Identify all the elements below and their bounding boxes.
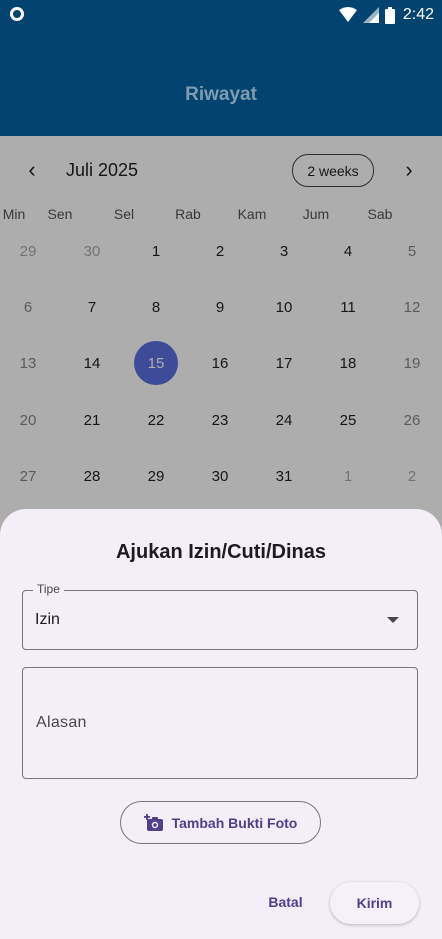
add-photo-button[interactable]: Tambah Bukti Foto bbox=[120, 801, 321, 844]
status-time: 2:42 bbox=[402, 6, 434, 23]
add-photo-icon bbox=[143, 813, 163, 831]
battery-icon bbox=[384, 6, 395, 24]
status-bar: 2:42 bbox=[0, 0, 442, 30]
app-bar: Riwayat bbox=[0, 30, 442, 136]
status-icons: 2:42 bbox=[338, 5, 434, 25]
cancel-button[interactable]: Batal bbox=[258, 882, 313, 922]
signal-icon bbox=[362, 7, 379, 23]
submit-button[interactable]: Kirim bbox=[330, 882, 419, 924]
wifi-icon bbox=[338, 7, 357, 22]
type-dropdown[interactable]: Tipe Izin bbox=[22, 582, 418, 650]
type-field-value: Izin bbox=[35, 611, 60, 628]
reason-placeholder: Alasan bbox=[36, 714, 87, 731]
type-field-label: Tipe bbox=[33, 582, 64, 596]
dropdown-arrow-icon bbox=[387, 617, 399, 623]
sheet-title: Ajukan Izin/Cuti/Dinas bbox=[115, 541, 327, 563]
notification-circle-icon bbox=[10, 7, 24, 21]
leave-request-sheet: Ajukan Izin/Cuti/Dinas Tipe Izin Alasan … bbox=[0, 509, 442, 939]
reason-input[interactable]: Alasan bbox=[22, 667, 418, 779]
page-title: Riwayat bbox=[185, 84, 257, 105]
add-photo-label: Tambah Bukti Foto bbox=[171, 814, 298, 831]
